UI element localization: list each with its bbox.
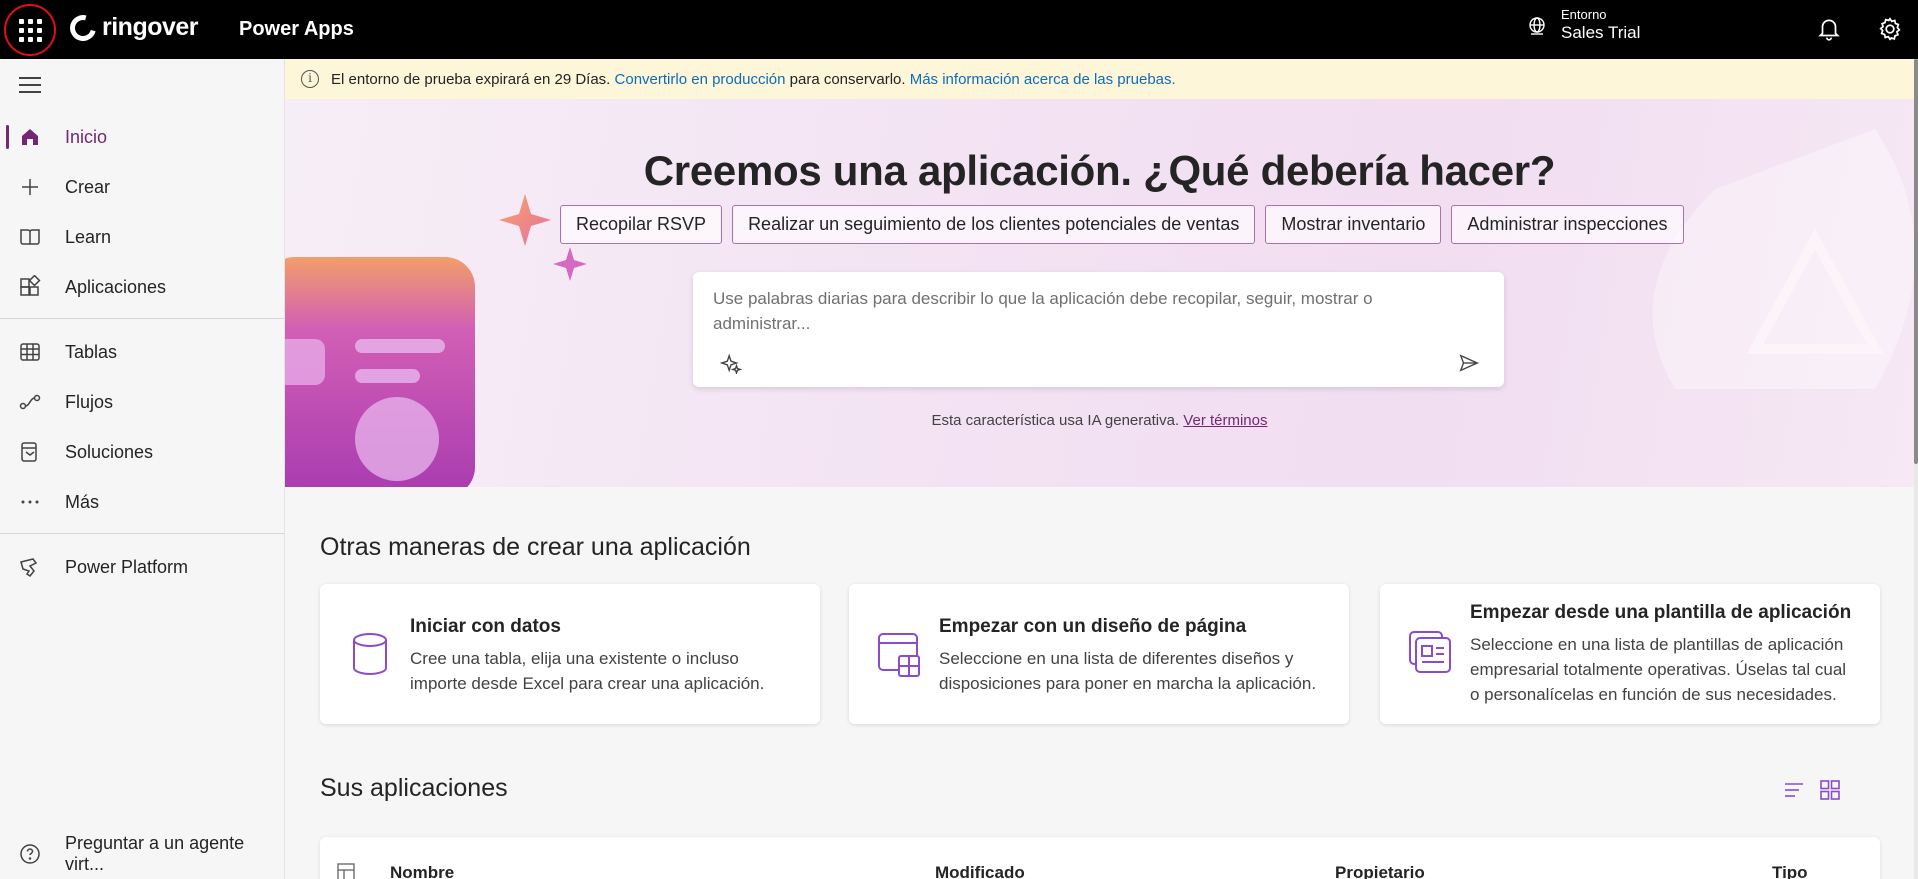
sidebar-item-learn[interactable]: Learn [0, 215, 284, 259]
sidebar: Inicio Crear Learn Aplicaciones Tablas F… [0, 59, 285, 879]
app-launcher-button[interactable] [4, 4, 56, 56]
virtual-agent-button[interactable]: Preguntar a un agente virt... [0, 832, 284, 876]
column-header-tipo[interactable]: Tipo [1772, 863, 1808, 879]
column-header-propietario[interactable]: Propietario [1335, 863, 1425, 879]
sidebar-item-label: Aplicaciones [65, 276, 167, 297]
waffle-icon [18, 18, 42, 42]
app-title[interactable]: Power Apps [239, 18, 354, 41]
gear-icon[interactable] [1877, 16, 1903, 42]
sidebar-item-label: Tablas [65, 341, 118, 362]
suggestion-chip-rsvp[interactable]: Recopilar RSVP [560, 205, 723, 244]
sparkle-icon[interactable] [720, 352, 742, 374]
card-description: Cree una tabla, elija una existente o in… [410, 649, 765, 693]
column-header-nombre[interactable]: Nombre [390, 863, 454, 879]
sidebar-item-label: Crear [65, 176, 111, 197]
ringover-logo-icon [65, 9, 101, 46]
apps-icon [20, 275, 41, 296]
sidebar-item-power-platform[interactable]: Power Platform [0, 545, 284, 589]
suggestion-chip-inspections[interactable]: Administrar inspecciones [1451, 205, 1684, 244]
sidebar-item-label: Más [65, 491, 100, 512]
card-start-with-data[interactable]: Iniciar con datos Cree una tabla, elija … [320, 584, 820, 724]
trial-banner: i El entorno de prueba expirará en 29 Dí… [285, 59, 1914, 99]
card-title: Empezar desde una plantilla de aplicació… [1470, 602, 1852, 623]
power-platform-icon [20, 558, 38, 578]
sidebar-item-label: Inicio [65, 126, 108, 147]
hero-section: Creemos una aplicación. ¿Qué debería hac… [285, 99, 1914, 487]
sidebar-item-tablas[interactable]: Tablas [0, 330, 284, 374]
book-icon [20, 229, 40, 245]
list-view-icon[interactable] [1783, 779, 1805, 801]
banner-text: El entorno de prueba expirará en 29 Días… [331, 70, 611, 88]
globe-icon [1529, 17, 1545, 35]
bell-icon[interactable] [1816, 16, 1842, 42]
home-icon [22, 129, 38, 145]
convert-to-production-link[interactable]: Convertirlo en producción [615, 71, 786, 88]
grid-view-icon[interactable] [1819, 779, 1841, 801]
brand-name: ringover [102, 13, 199, 41]
table-icon [20, 343, 40, 361]
sidebar-item-label: Soluciones [65, 441, 154, 462]
send-icon[interactable] [1458, 352, 1480, 374]
trial-info-link[interactable]: Más información acerca de las pruebas. [910, 71, 1176, 88]
sidebar-divider [0, 318, 284, 319]
help-icon [20, 844, 40, 864]
main-content: i El entorno de prueba expirará en 29 Dí… [285, 59, 1918, 879]
card-title: Iniciar con datos [410, 616, 561, 637]
prompt-placeholder[interactable]: Use palabras diarias para describir lo q… [713, 286, 1433, 336]
suggestion-chips: Recopilar RSVP Realizar un seguimiento d… [560, 205, 1684, 244]
sidebar-divider [0, 533, 284, 534]
other-ways-title: Otras maneras de crear una aplicación [320, 533, 751, 561]
your-apps-title: Sus aplicaciones [320, 774, 508, 802]
sidebar-item-soluciones[interactable]: Soluciones [0, 430, 284, 474]
ai-disclaimer-text: Esta característica usa IA generativa. [931, 412, 1180, 429]
suggestion-chip-inventory[interactable]: Mostrar inventario [1265, 205, 1442, 244]
collapse-nav-button[interactable] [19, 77, 41, 93]
sidebar-item-aplicaciones[interactable]: Aplicaciones [0, 265, 284, 309]
apps-table-header: Nombre Modificado Propietario Tipo [320, 837, 1880, 879]
database-icon [353, 633, 387, 676]
app-type-icon [337, 863, 355, 879]
view-terms-link[interactable]: Ver términos [1183, 412, 1267, 429]
sidebar-item-label: Flujos [65, 391, 114, 412]
hero-title: Creemos una aplicación. ¿Qué debería hac… [643, 147, 1556, 194]
sidebar-item-mas[interactable]: Más [0, 480, 284, 524]
column-header-modificado[interactable]: Modificado [935, 863, 1025, 879]
environment-picker[interactable]: Entorno Sales Trial [1527, 8, 1640, 44]
card-description: Seleccione en una lista de plantillas de… [1470, 635, 1847, 704]
card-description: Seleccione en una lista de diferentes di… [939, 649, 1317, 693]
view-toggle [1783, 779, 1841, 801]
sidebar-item-label: Learn [65, 226, 112, 247]
card-app-template[interactable]: Empezar desde una plantilla de aplicació… [1380, 584, 1880, 724]
card-page-design[interactable]: Empezar con un diseño de página Seleccio… [849, 584, 1349, 724]
plus-icon [22, 179, 38, 195]
sidebar-item-crear[interactable]: Crear [0, 165, 284, 209]
top-bar: ringover Power Apps Entorno Sales Trial [0, 0, 1918, 59]
template-icon [1409, 631, 1451, 673]
environment-value: Sales Trial [1561, 23, 1641, 42]
brand-logo[interactable]: ringover [65, 9, 199, 46]
sidebar-item-flujos[interactable]: Flujos [0, 380, 284, 424]
banner-middle-text: para conservarlo. [789, 70, 906, 88]
solutions-icon [21, 442, 37, 462]
more-icon [21, 500, 39, 504]
sidebar-item-inicio[interactable]: Inicio [0, 115, 284, 159]
copilot-prompt-box[interactable]: Use palabras diarias para describir lo q… [693, 272, 1504, 387]
sidebar-item-label: Power Platform [65, 556, 189, 577]
page-design-icon [878, 633, 920, 677]
environment-label: Entorno [1561, 7, 1607, 22]
suggestion-chip-leads[interactable]: Realizar un seguimiento de los clientes … [732, 205, 1256, 244]
virtual-agent-label: Preguntar a un agente virt... [65, 833, 245, 874]
scrollbar-thumb[interactable] [1914, 59, 1918, 464]
main-scrollbar[interactable] [1914, 59, 1918, 879]
info-icon: i [301, 70, 319, 88]
ai-disclaimer: Esta característica usa IA generativa. V… [285, 412, 1914, 429]
card-title: Empezar con un diseño de página [939, 616, 1247, 637]
flows-icon [19, 394, 41, 410]
